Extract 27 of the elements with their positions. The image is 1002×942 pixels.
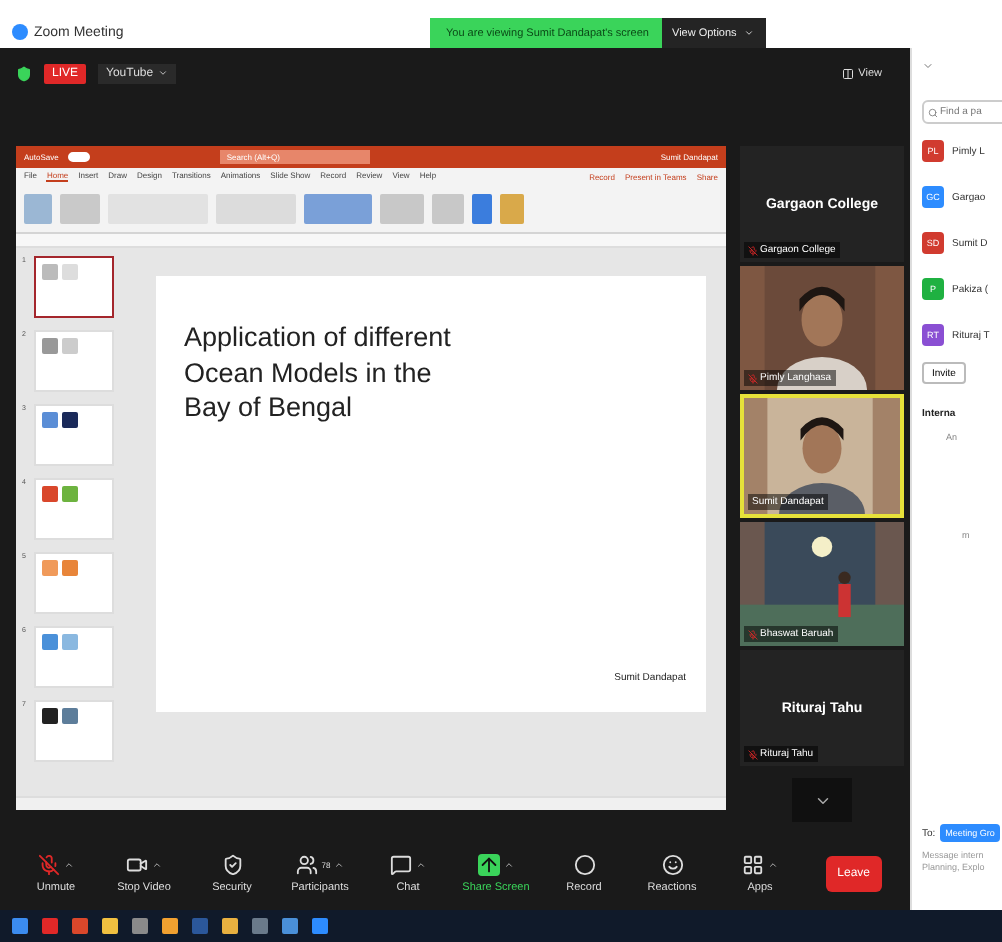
scroll-down-button[interactable]: [792, 778, 852, 822]
ribbon-icon[interactable]: [500, 193, 524, 223]
zoom-logo-icon: [12, 24, 28, 40]
shield-icon: [221, 853, 243, 875]
slide-thumbnail[interactable]: [34, 256, 114, 318]
layout-icon: [842, 67, 855, 79]
share-screen-icon: [478, 853, 500, 875]
chat-icon: [390, 853, 412, 875]
mic-off-icon: [38, 853, 60, 875]
video-camera-icon: [126, 853, 148, 875]
shield-icon: [16, 65, 32, 81]
ribbon-icon[interactable]: [472, 193, 492, 223]
autosave-toggle[interactable]: [68, 152, 91, 162]
smiley-icon: [661, 853, 683, 875]
search-icon: [928, 107, 938, 117]
caret-icon: [157, 68, 168, 78]
people-icon: [295, 853, 318, 875]
ribbon-icon[interactable]: [24, 193, 52, 223]
ribbon-icon[interactable]: [380, 193, 424, 223]
slide-title: Application of different Ocean Models in the Bay of Bengal: [184, 320, 453, 426]
collapse-icon[interactable]: [922, 60, 934, 72]
ribbon-icon[interactable]: [60, 193, 100, 223]
record-icon: [573, 853, 595, 875]
caret-icon: [744, 28, 755, 38]
apps-icon: [742, 853, 764, 875]
ribbon-icon[interactable]: [304, 193, 372, 223]
ribbon-icon[interactable]: [432, 193, 464, 223]
